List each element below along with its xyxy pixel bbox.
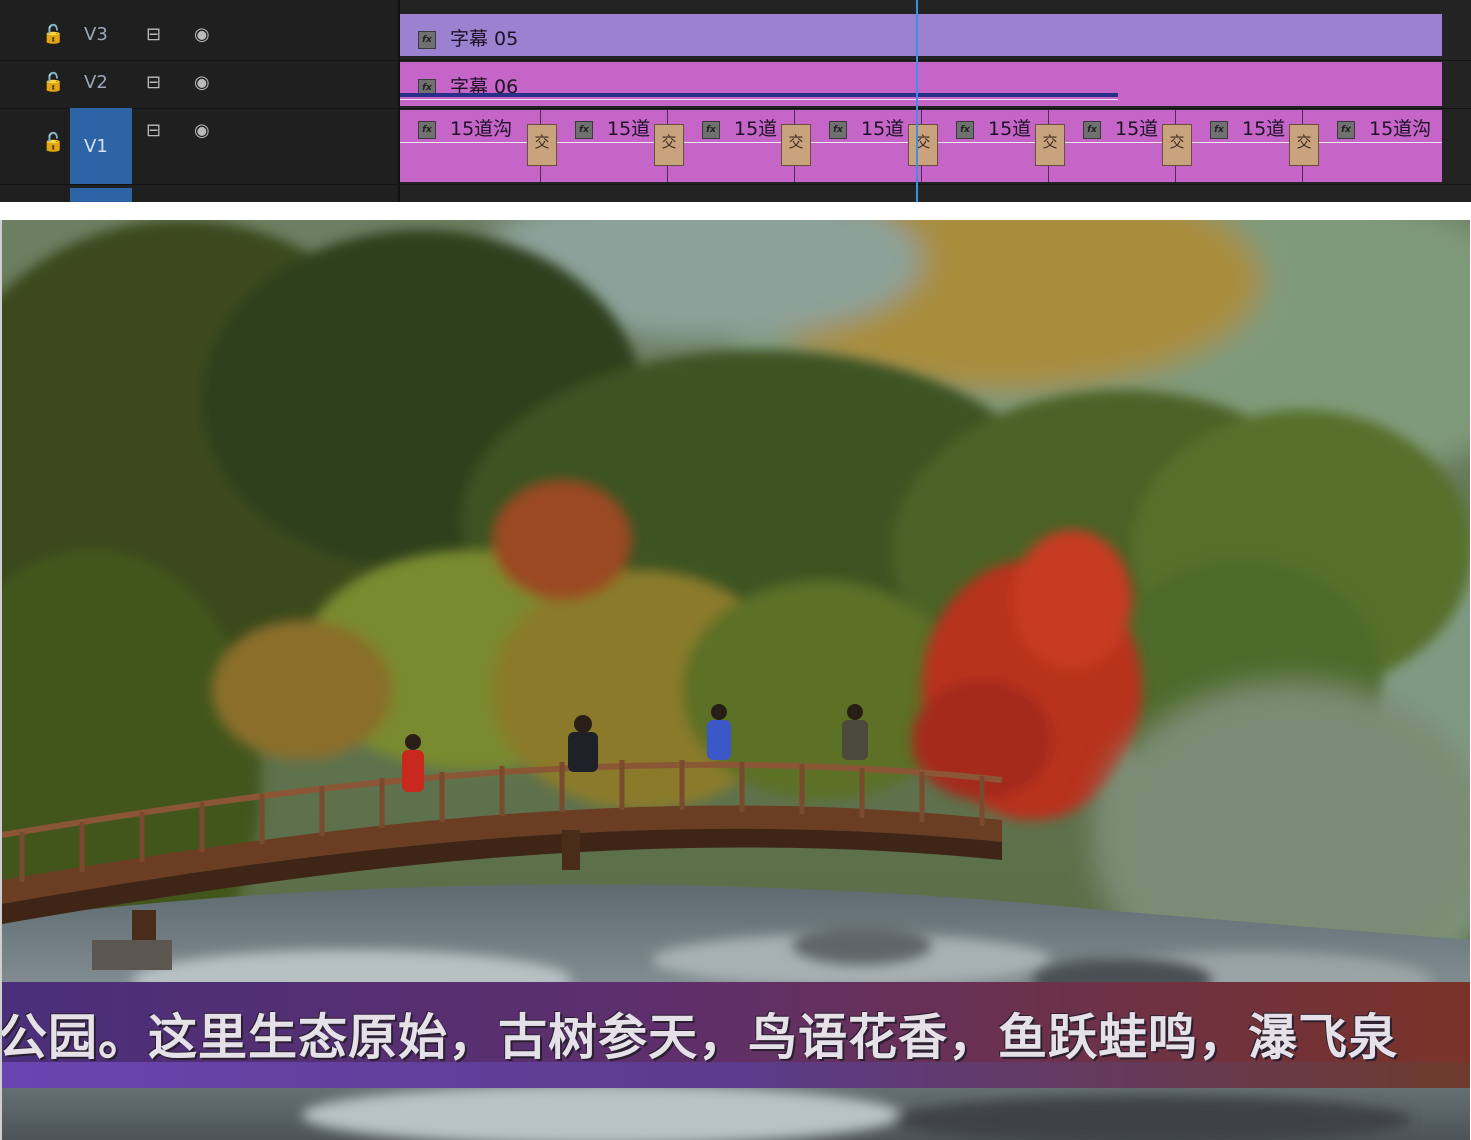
fx-badge-icon: fx bbox=[1210, 120, 1228, 139]
lock-icon[interactable]: 🔓 bbox=[42, 26, 64, 44]
clip-video-5[interactable]: fx 15道 bbox=[922, 110, 1048, 182]
track-target-below bbox=[70, 188, 132, 202]
subtitle-text: 公园。这里生态原始，古树参天，鸟语花香，鱼跃蛙鸣，瀑飞泉 bbox=[0, 1009, 1399, 1066]
track-name-v3[interactable]: V3 bbox=[84, 26, 108, 44]
eye-icon[interactable]: ◉ bbox=[194, 122, 210, 140]
clip-video-1[interactable]: fx 15道沟 bbox=[400, 110, 540, 182]
clip-subtitle-05[interactable]: fx 字幕 05 bbox=[400, 14, 1442, 56]
clip-label: 字幕 05 bbox=[450, 28, 519, 50]
track-header-v3: 🔓 V3 ⊟ ◉ bbox=[0, 12, 398, 60]
render-bar-line bbox=[400, 99, 1118, 100]
fx-badge-icon: fx bbox=[829, 120, 847, 139]
clip-video-4[interactable]: fx 15道 bbox=[795, 110, 921, 182]
eye-icon[interactable]: ◉ bbox=[194, 26, 210, 44]
track-header-v2: 🔓 V2 ⊟ ◉ bbox=[0, 60, 398, 108]
lock-icon[interactable]: 🔓 bbox=[42, 74, 64, 92]
fx-badge-icon: fx bbox=[575, 120, 593, 139]
track-target-v1[interactable]: V1 bbox=[70, 108, 132, 184]
fx-badge-icon: fx bbox=[1337, 120, 1355, 139]
clip-video-8[interactable]: fx 15道沟 bbox=[1303, 110, 1442, 182]
sync-lock-icon[interactable]: ⊟ bbox=[146, 74, 161, 92]
clip-label: 15道 bbox=[607, 118, 651, 140]
fx-badge-icon: fx bbox=[1083, 120, 1101, 139]
playhead[interactable] bbox=[916, 0, 918, 202]
program-monitor-preview: 公园。这里生态原始，古树参天，鸟语花香，鱼跃蛙鸣，瀑飞泉 bbox=[0, 220, 1470, 1140]
clip-label: 15道 bbox=[988, 118, 1032, 140]
clip-video-7[interactable]: fx 15道 bbox=[1176, 110, 1302, 182]
clip-label: 15道沟 bbox=[450, 118, 513, 140]
clip-video-3[interactable]: fx 15道 bbox=[668, 110, 794, 182]
lock-icon[interactable]: 🔓 bbox=[42, 134, 64, 152]
clip-subtitle-06[interactable]: fx 字幕 06 bbox=[400, 62, 1442, 106]
fx-badge-icon: fx bbox=[418, 120, 436, 139]
track-header-v1: 🔓 V1 ⊟ ◉ bbox=[0, 108, 398, 184]
clip-track-v1: fx 15道沟 交 fx 15道 交 fx 15道 交 fx 15道 交 fx 15道 交… bbox=[400, 110, 1442, 182]
clip-label: 15道 bbox=[861, 118, 905, 140]
sync-lock-icon[interactable]: ⊟ bbox=[146, 122, 161, 140]
render-bar bbox=[400, 93, 1118, 97]
fx-badge-icon: fx bbox=[956, 120, 974, 139]
track-name-v1: V1 bbox=[84, 136, 108, 157]
clip-label: 15道 bbox=[734, 118, 778, 140]
sync-lock-icon[interactable]: ⊟ bbox=[146, 26, 161, 44]
fx-badge-icon: fx bbox=[418, 30, 436, 49]
clip-video-2[interactable]: fx 15道 bbox=[541, 110, 667, 182]
clip-video-6[interactable]: fx 15道 bbox=[1049, 110, 1175, 182]
clip-label: 15道沟 bbox=[1369, 118, 1432, 140]
track-name-v2[interactable]: V2 bbox=[84, 74, 108, 92]
fx-badge-icon: fx bbox=[702, 120, 720, 139]
clip-label: 15道 bbox=[1242, 118, 1286, 140]
timeline-panel: 🔓 V3 ⊟ ◉ fx 字幕 05 🔓 V2 ⊟ ◉ fx字幕 06 🔓 V1 bbox=[0, 0, 1471, 202]
clip-label: 15道 bbox=[1115, 118, 1159, 140]
eye-icon[interactable]: ◉ bbox=[194, 74, 210, 92]
